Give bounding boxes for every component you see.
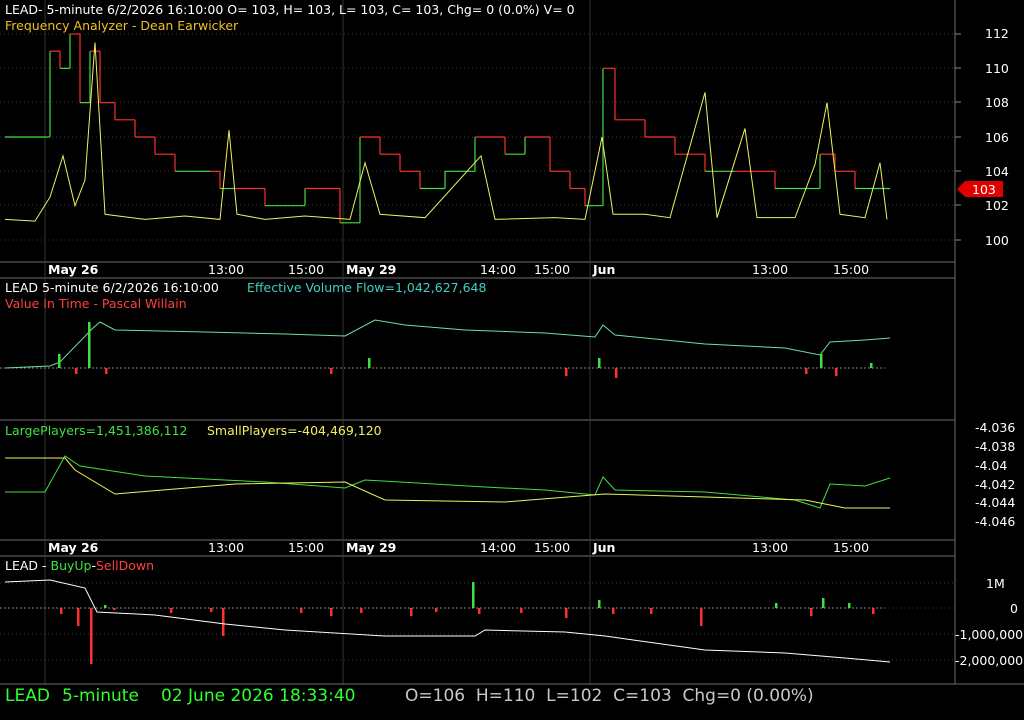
pane1-title: LEAD- 5-minute 6/2/2026 16:10:00 O= 103,… xyxy=(5,2,575,17)
chart-canvas[interactable]: LEAD- 5-minute 6/2/2026 16:10:00 O= 103,… xyxy=(0,0,1024,720)
date-label: 14:00 xyxy=(480,540,516,555)
buy-sell-bar xyxy=(520,608,523,613)
pane4-sell: SellDown xyxy=(96,558,154,573)
volume-bar xyxy=(598,358,601,368)
buy-sell-bar xyxy=(435,608,438,612)
pane4-prefix: LEAD - xyxy=(5,558,51,573)
buy-sell-bar xyxy=(598,600,601,608)
date-label: 13:00 xyxy=(208,262,244,277)
y-tick-label: 110 xyxy=(985,61,1009,76)
date-label: Jun xyxy=(592,540,615,555)
buy-sell-bar xyxy=(210,608,213,612)
y-tick-label: 104 xyxy=(985,164,1009,179)
pane2-symbol: LEAD 5-minute 6/2/2026 16:10:00 xyxy=(5,280,219,295)
y-tick-label: 1M xyxy=(986,576,1005,591)
date-label: 15:00 xyxy=(534,262,570,277)
buy-sell-bar xyxy=(565,608,568,618)
buy-sell-bar xyxy=(650,608,653,614)
buy-sell-bar xyxy=(360,608,363,613)
pane4-buy: BuyUp xyxy=(51,558,92,573)
y-tick-label: -4.038 xyxy=(975,439,1015,454)
y-tick-label: -4.046 xyxy=(975,514,1015,529)
date-label: 14:00 xyxy=(480,262,516,277)
date-label: 13:00 xyxy=(208,540,244,555)
buy-sell-bar xyxy=(822,598,825,608)
status-symbol: LEAD xyxy=(5,686,50,706)
y-tick-label: -2,000,000 xyxy=(955,653,1023,668)
volume-bar xyxy=(820,354,823,368)
status-quote: O=106 H=110 L=102 C=103 Chg=0 (0.00%) xyxy=(405,686,814,706)
background xyxy=(0,0,1024,720)
date-label: May 26 xyxy=(48,262,99,277)
buy-sell-bar xyxy=(872,608,875,614)
buy-sell-bar xyxy=(478,608,481,614)
volume-bar xyxy=(88,322,91,368)
pane1-subtitle: Frequency Analyzer - Dean Earwicker xyxy=(5,18,239,33)
y-tick-label: 100 xyxy=(985,233,1009,248)
y-tick-label: 102 xyxy=(985,198,1009,213)
date-label: May 29 xyxy=(346,262,396,277)
volume-bar xyxy=(330,368,333,374)
last-price-marker: 103 xyxy=(957,181,1003,197)
date-label: 13:00 xyxy=(752,262,788,277)
status-bar: LEAD 5-minute 02 June 2026 18:33:40 O=10… xyxy=(0,684,1024,720)
buy-sell-bar xyxy=(810,608,813,616)
date-label: 15:00 xyxy=(288,262,324,277)
y-tick-label: 0 xyxy=(1010,601,1018,616)
small-players-label: SmallPlayers=-404,469,120 xyxy=(207,423,382,438)
buy-sell-bar xyxy=(90,608,93,664)
date-label: May 29 xyxy=(346,540,396,555)
pane2-subtitle: Value In Time - Pascal Willain xyxy=(5,296,187,311)
date-label: Jun xyxy=(592,262,615,277)
volume-bar xyxy=(58,354,61,368)
status-interval: 5-minute xyxy=(62,686,139,706)
volume-bar xyxy=(870,363,873,368)
volume-bar xyxy=(75,368,78,374)
date-label: May 26 xyxy=(48,540,99,555)
volume-bar xyxy=(835,368,838,376)
y-tick-label: 106 xyxy=(985,130,1009,145)
pane2-indicator: Effective Volume Flow=1,042,627,648 xyxy=(247,280,486,295)
buy-sell-bar xyxy=(612,608,615,614)
y-tick-label: -1,000,000 xyxy=(955,627,1023,642)
date-label: 15:00 xyxy=(534,540,570,555)
date-label: 15:00 xyxy=(833,540,869,555)
large-players-label: LargePlayers=1,451,386,112 xyxy=(5,423,188,438)
volume-bar xyxy=(805,368,808,374)
buy-sell-bar xyxy=(104,605,107,608)
volume-bar xyxy=(105,368,108,374)
y-tick-label: -4.042 xyxy=(975,477,1015,492)
date-label: 13:00 xyxy=(752,540,788,555)
buy-sell-bar xyxy=(410,608,413,616)
y-tick-label: -4.04 xyxy=(975,458,1007,473)
buy-sell-bar xyxy=(330,608,333,616)
buy-sell-bar xyxy=(222,608,225,636)
y-tick-label: -4.044 xyxy=(975,495,1015,510)
y-tick-label: 112 xyxy=(985,26,1009,41)
volume-bar xyxy=(615,368,618,378)
y-tick-label: -4.036 xyxy=(975,420,1015,435)
date-label: 15:00 xyxy=(833,262,869,277)
buy-sell-bar xyxy=(775,603,778,608)
buy-sell-bar xyxy=(300,608,303,613)
y-tick-label: 108 xyxy=(985,95,1009,110)
buy-sell-bar xyxy=(60,608,63,614)
buy-sell-bar xyxy=(170,608,173,613)
buy-sell-bar xyxy=(700,608,703,626)
buy-sell-bar xyxy=(113,608,116,610)
last-price-label: 103 xyxy=(972,182,996,197)
buy-sell-bar xyxy=(472,582,475,608)
status-datetime: 02 June 2026 18:33:40 xyxy=(161,686,356,706)
volume-bar xyxy=(368,358,371,368)
date-label: 15:00 xyxy=(288,540,324,555)
buy-sell-bar xyxy=(77,608,80,626)
pane4-title: LEAD - BuyUp-SellDown xyxy=(5,558,154,573)
volume-bar xyxy=(565,368,568,376)
buy-sell-bar xyxy=(848,603,851,608)
